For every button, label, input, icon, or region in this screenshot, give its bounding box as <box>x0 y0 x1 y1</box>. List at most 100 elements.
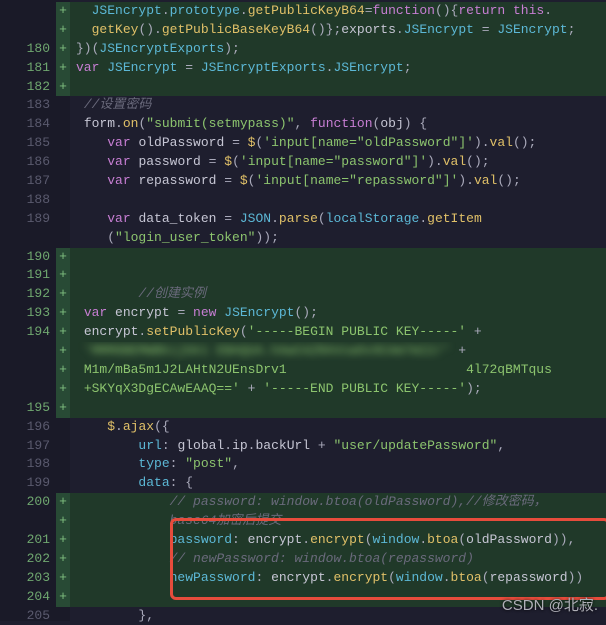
token <box>216 304 224 323</box>
token: repassword <box>138 172 216 191</box>
line-number: 204 <box>0 588 56 607</box>
token: = <box>216 210 239 229</box>
token: , <box>497 437 505 456</box>
token: base64加密后提交 <box>170 512 282 531</box>
code-line[interactable]: data: { <box>70 474 606 493</box>
token: on <box>123 115 139 134</box>
token: function <box>310 115 372 134</box>
token: (); <box>466 153 489 172</box>
token: JSEncrypt <box>92 2 162 21</box>
token <box>131 210 139 229</box>
diff-marker <box>56 78 70 97</box>
code-line[interactable]: +SKYqX3DgECAwEAAQ==' + '-----END PUBLIC … <box>70 380 606 399</box>
token: val <box>474 172 497 191</box>
line-number: 192 <box>0 285 56 304</box>
token: // newPassword: window.btoa(repassword) <box>170 550 474 569</box>
token <box>287 361 466 380</box>
token: = <box>201 153 224 172</box>
code-line[interactable]: base64加密后提交 <box>70 512 606 531</box>
code-line[interactable]: ("login_user_token")); <box>70 229 606 248</box>
token: 'MMM8BEMWBkijbk1 EBAQUA.hAwCAZRAVcwOv9CA… <box>84 342 451 361</box>
code-line[interactable]: encrypt.setPublicKey('-----BEGIN PUBLIC … <box>70 323 606 342</box>
diff-marker <box>56 418 70 437</box>
token: getPublicKeyB64 <box>248 2 365 21</box>
token: return <box>458 2 505 21</box>
diff-marker <box>56 436 70 455</box>
code-line[interactable]: })(JSEncryptExports); <box>70 40 606 59</box>
diff-marker <box>56 399 70 418</box>
token: repassword <box>490 569 568 588</box>
code-line[interactable]: url: global.ip.backUrl + "user/updatePas… <box>70 436 606 455</box>
code-line[interactable]: // password: window.btoa(oldPassword),//… <box>70 493 606 512</box>
token: encrypt <box>115 304 170 323</box>
code-line[interactable] <box>70 248 606 267</box>
token: this <box>513 2 544 21</box>
token: type <box>138 455 169 474</box>
token: form <box>84 115 115 134</box>
code-line[interactable]: $.ajax({ <box>70 418 606 437</box>
token: encrypt <box>248 531 303 550</box>
code-line[interactable]: //创建实例 <box>70 285 606 304</box>
code-line[interactable] <box>70 399 606 418</box>
code-line[interactable]: newPassword: encrypt.encrypt(window.btoa… <box>70 569 606 588</box>
token: +SKYqX3DgECAwEAAQ==' <box>84 380 240 399</box>
token: M1m/mBa5m1J2LAHtN2UEnsDrv1 <box>84 361 287 380</box>
code-line[interactable] <box>70 266 606 285</box>
line-number: 205 <box>0 607 56 625</box>
token <box>84 2 92 21</box>
token: : <box>170 455 186 474</box>
token: "user/updatePassword" <box>334 437 498 456</box>
line-number <box>0 229 56 248</box>
code-line[interactable]: JSEncrypt.prototype.getPublicKeyB64=func… <box>70 2 606 21</box>
token: '-----END PUBLIC KEY-----' <box>263 380 466 399</box>
code-line[interactable] <box>70 78 606 97</box>
token: ( <box>107 229 115 248</box>
token: newPassword <box>170 569 256 588</box>
code-line[interactable]: var repassword = $('input[name="repasswo… <box>70 172 606 191</box>
token: ; <box>404 59 412 78</box>
token: global <box>177 437 224 456</box>
code-line[interactable]: type: "post", <box>70 455 606 474</box>
line-number: 196 <box>0 418 56 437</box>
code-line[interactable] <box>70 191 606 210</box>
code-line[interactable]: var password = $('input[name="password"]… <box>70 153 606 172</box>
diff-marker <box>56 172 70 191</box>
token: })( <box>76 40 99 59</box>
token: ( <box>482 569 490 588</box>
code-line[interactable]: M1m/mBa5m1J2LAHtN2UEnsDrv1 4l72qBMTqus <box>70 361 606 380</box>
token: + <box>310 437 333 456</box>
token <box>131 172 139 191</box>
token: $ <box>224 153 232 172</box>
code-line[interactable]: 💡 password: encrypt.encrypt(window.btoa(… <box>70 531 606 550</box>
code-line[interactable]: getKey().getPublicBaseKeyB64()};exports.… <box>70 21 606 40</box>
token: encrypt <box>310 531 365 550</box>
code-line[interactable]: var JSEncrypt = JSEncryptExports.JSEncry… <box>70 59 606 78</box>
diff-marker <box>56 40 70 59</box>
code-area[interactable]: JSEncrypt.prototype.getPublicKeyB64=func… <box>70 0 606 621</box>
code-line[interactable]: var oldPassword = $('input[name="oldPass… <box>70 134 606 153</box>
token: . <box>115 418 123 437</box>
lightbulb-icon[interactable]: 💡 <box>70 533 71 550</box>
diff-marker <box>56 266 70 285</box>
code-line[interactable]: var data_token = JSON.parse(localStorage… <box>70 210 606 229</box>
diff-marker <box>56 59 70 78</box>
token: . <box>419 210 427 229</box>
diff-marker <box>56 191 70 210</box>
token: . <box>224 437 232 456</box>
diff-marker <box>56 21 70 40</box>
code-line[interactable]: 'MMM8BEMWBkijbk1 EBAQUA.hAwCAZRAVcwOv9CA… <box>70 342 606 361</box>
code-line[interactable]: // newPassword: window.btoa(repassword) <box>70 550 606 569</box>
code-line[interactable]: form.on("submit(setmypass)", function(ob… <box>70 115 606 134</box>
diff-marker <box>56 323 70 342</box>
line-number: 189 <box>0 210 56 229</box>
token: data_token <box>138 210 216 229</box>
code-line[interactable]: //设置密码 <box>70 96 606 115</box>
diff-marker <box>56 229 70 248</box>
token: ( <box>138 115 146 134</box>
line-number <box>0 380 56 399</box>
token: JSEncryptExports <box>99 40 224 59</box>
token: window <box>373 531 420 550</box>
code-line[interactable]: var encrypt = new JSEncrypt(); <box>70 304 606 323</box>
token: . <box>115 115 123 134</box>
token: ( <box>365 531 373 550</box>
